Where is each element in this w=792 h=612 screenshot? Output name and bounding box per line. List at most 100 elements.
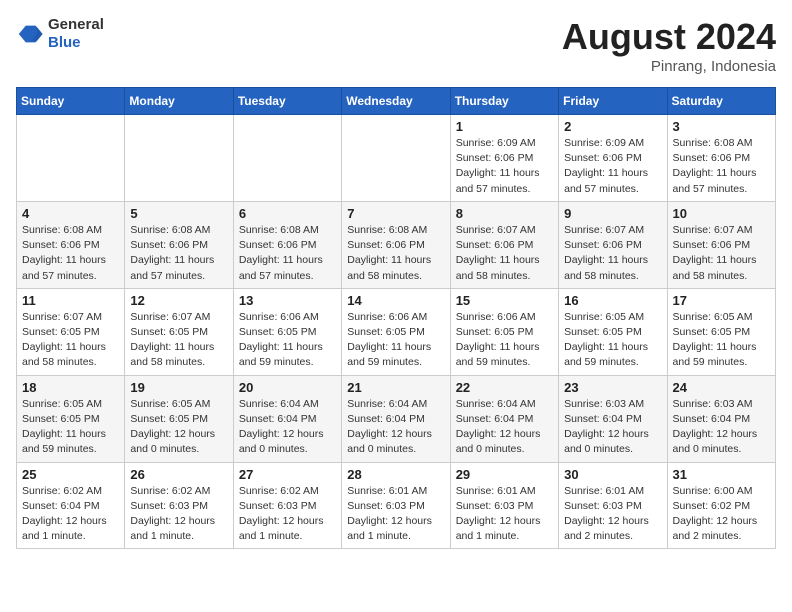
day-number: 2 <box>564 119 661 134</box>
day-number: 25 <box>22 467 119 482</box>
week-row-5: 25Sunrise: 6:02 AM Sunset: 6:04 PM Dayli… <box>17 462 776 549</box>
day-info: Sunrise: 6:01 AM Sunset: 6:03 PM Dayligh… <box>456 484 553 545</box>
day-number: 31 <box>673 467 770 482</box>
day-number: 24 <box>673 380 770 395</box>
day-number: 4 <box>22 206 119 221</box>
day-cell: 17 Sunrise: 6:05 AM Sunset: 6:05 PM Dayli… <box>667 288 775 375</box>
day-number: 15 <box>456 293 553 308</box>
day-info: Sunrise: 6:01 AM Sunset: 6:03 PM Dayligh… <box>564 484 661 545</box>
day-cell: 23 Sunrise: 6:03 AM Sunset: 6:04 PM Dayli… <box>559 375 667 462</box>
day-number: 13 <box>239 293 336 308</box>
day-cell: 11Sunrise: 6:07 AM Sunset: 6:05 PM Dayli… <box>17 288 125 375</box>
col-header-friday: Friday <box>559 88 667 115</box>
generalblue-icon <box>16 20 44 48</box>
day-number: 22 <box>456 380 553 395</box>
day-cell: 30 Sunrise: 6:01 AM Sunset: 6:03 PM Dayli… <box>559 462 667 549</box>
day-info: Sunrise: 6:02 AM Sunset: 6:03 PM Dayligh… <box>130 484 227 545</box>
day-info: Sunrise: 6:06 AM Sunset: 6:05 PM Dayligh… <box>456 310 553 371</box>
day-info: Sunrise: 6:08 AM Sunset: 6:06 PM Dayligh… <box>673 136 770 197</box>
day-cell: 3 Sunrise: 6:08 AM Sunset: 6:06 PM Daylig… <box>667 115 775 202</box>
day-cell: 31 Sunrise: 6:00 AM Sunset: 6:02 PM Dayli… <box>667 462 775 549</box>
logo-text: General Blue <box>48 16 104 52</box>
month-title: August 2024 <box>562 16 776 58</box>
day-cell: 6 Sunrise: 6:08 AM Sunset: 6:06 PM Daylig… <box>233 201 341 288</box>
day-number: 23 <box>564 380 661 395</box>
day-info: Sunrise: 6:01 AM Sunset: 6:03 PM Dayligh… <box>347 484 444 545</box>
logo-general: General <box>48 16 104 34</box>
day-cell: 27 Sunrise: 6:02 AM Sunset: 6:03 PM Dayli… <box>233 462 341 549</box>
day-number: 19 <box>130 380 227 395</box>
col-header-sunday: Sunday <box>17 88 125 115</box>
day-number: 18 <box>22 380 119 395</box>
day-info: Sunrise: 6:08 AM Sunset: 6:06 PM Dayligh… <box>130 223 227 284</box>
day-cell: 19 Sunrise: 6:05 AM Sunset: 6:05 PM Dayli… <box>125 375 233 462</box>
day-number: 29 <box>456 467 553 482</box>
day-number: 6 <box>239 206 336 221</box>
day-info: Sunrise: 6:05 AM Sunset: 6:05 PM Dayligh… <box>130 397 227 458</box>
day-cell: 22 Sunrise: 6:04 AM Sunset: 6:04 PM Dayli… <box>450 375 558 462</box>
day-cell: 15 Sunrise: 6:06 AM Sunset: 6:05 PM Dayli… <box>450 288 558 375</box>
day-info: Sunrise: 6:07 AM Sunset: 6:06 PM Dayligh… <box>564 223 661 284</box>
col-header-wednesday: Wednesday <box>342 88 450 115</box>
day-info: Sunrise: 6:07 AM Sunset: 6:06 PM Dayligh… <box>456 223 553 284</box>
col-header-monday: Monday <box>125 88 233 115</box>
day-info: Sunrise: 6:09 AM Sunset: 6:06 PM Dayligh… <box>564 136 661 197</box>
day-info: Sunrise: 6:08 AM Sunset: 6:06 PM Dayligh… <box>22 223 119 284</box>
day-number: 17 <box>673 293 770 308</box>
day-info: Sunrise: 6:04 AM Sunset: 6:04 PM Dayligh… <box>347 397 444 458</box>
day-number: 3 <box>673 119 770 134</box>
day-info: Sunrise: 6:04 AM Sunset: 6:04 PM Dayligh… <box>456 397 553 458</box>
day-info: Sunrise: 6:06 AM Sunset: 6:05 PM Dayligh… <box>239 310 336 371</box>
col-header-tuesday: Tuesday <box>233 88 341 115</box>
day-number: 5 <box>130 206 227 221</box>
day-cell: 10 Sunrise: 6:07 AM Sunset: 6:06 PM Dayli… <box>667 201 775 288</box>
calendar-header: SundayMondayTuesdayWednesdayThursdayFrid… <box>17 88 776 115</box>
day-number: 16 <box>564 293 661 308</box>
calendar-table: SundayMondayTuesdayWednesdayThursdayFrid… <box>16 87 776 549</box>
day-info: Sunrise: 6:07 AM Sunset: 6:05 PM Dayligh… <box>130 310 227 371</box>
day-info: Sunrise: 6:02 AM Sunset: 6:03 PM Dayligh… <box>239 484 336 545</box>
day-number: 26 <box>130 467 227 482</box>
day-info: Sunrise: 6:08 AM Sunset: 6:06 PM Dayligh… <box>347 223 444 284</box>
day-info: Sunrise: 6:00 AM Sunset: 6:02 PM Dayligh… <box>673 484 770 545</box>
day-info: Sunrise: 6:07 AM Sunset: 6:06 PM Dayligh… <box>673 223 770 284</box>
day-number: 28 <box>347 467 444 482</box>
day-cell: 1Sunrise: 6:09 AM Sunset: 6:06 PM Daylig… <box>450 115 558 202</box>
day-cell: 18 Sunrise: 6:05 AM Sunset: 6:05 PM Dayli… <box>17 375 125 462</box>
day-number: 12 <box>130 293 227 308</box>
day-cell: 8 Sunrise: 6:07 AM Sunset: 6:06 PM Daylig… <box>450 201 558 288</box>
day-cell: 13 Sunrise: 6:06 AM Sunset: 6:05 PM Dayli… <box>233 288 341 375</box>
day-info: Sunrise: 6:06 AM Sunset: 6:05 PM Dayligh… <box>347 310 444 371</box>
page-header: General Blue August 2024 Pinrang, Indone… <box>16 16 776 75</box>
day-number: 8 <box>456 206 553 221</box>
day-number: 7 <box>347 206 444 221</box>
day-info: Sunrise: 6:05 AM Sunset: 6:05 PM Dayligh… <box>22 397 119 458</box>
day-cell <box>17 115 125 202</box>
location: Pinrang, Indonesia <box>562 58 776 75</box>
week-row-3: 11Sunrise: 6:07 AM Sunset: 6:05 PM Dayli… <box>17 288 776 375</box>
day-info: Sunrise: 6:07 AM Sunset: 6:05 PM Dayligh… <box>22 310 119 371</box>
day-cell: 21 Sunrise: 6:04 AM Sunset: 6:04 PM Dayli… <box>342 375 450 462</box>
day-cell <box>233 115 341 202</box>
day-cell: 16 Sunrise: 6:05 AM Sunset: 6:05 PM Dayli… <box>559 288 667 375</box>
day-number: 9 <box>564 206 661 221</box>
day-info: Sunrise: 6:05 AM Sunset: 6:05 PM Dayligh… <box>564 310 661 371</box>
day-info: Sunrise: 6:08 AM Sunset: 6:06 PM Dayligh… <box>239 223 336 284</box>
day-cell: 9 Sunrise: 6:07 AM Sunset: 6:06 PM Daylig… <box>559 201 667 288</box>
day-cell: 25Sunrise: 6:02 AM Sunset: 6:04 PM Dayli… <box>17 462 125 549</box>
day-cell: 14Sunrise: 6:06 AM Sunset: 6:05 PM Dayli… <box>342 288 450 375</box>
day-number: 10 <box>673 206 770 221</box>
day-cell: 24Sunrise: 6:03 AM Sunset: 6:04 PM Dayli… <box>667 375 775 462</box>
day-info: Sunrise: 6:05 AM Sunset: 6:05 PM Dayligh… <box>673 310 770 371</box>
day-info: Sunrise: 6:03 AM Sunset: 6:04 PM Dayligh… <box>564 397 661 458</box>
day-cell: 29 Sunrise: 6:01 AM Sunset: 6:03 PM Dayli… <box>450 462 558 549</box>
day-cell: 28 Sunrise: 6:01 AM Sunset: 6:03 PM Dayli… <box>342 462 450 549</box>
logo-blue: Blue <box>48 34 104 52</box>
day-cell <box>342 115 450 202</box>
day-number: 30 <box>564 467 661 482</box>
day-number: 1 <box>456 119 553 134</box>
day-number: 21 <box>347 380 444 395</box>
col-header-saturday: Saturday <box>667 88 775 115</box>
day-number: 27 <box>239 467 336 482</box>
day-number: 20 <box>239 380 336 395</box>
